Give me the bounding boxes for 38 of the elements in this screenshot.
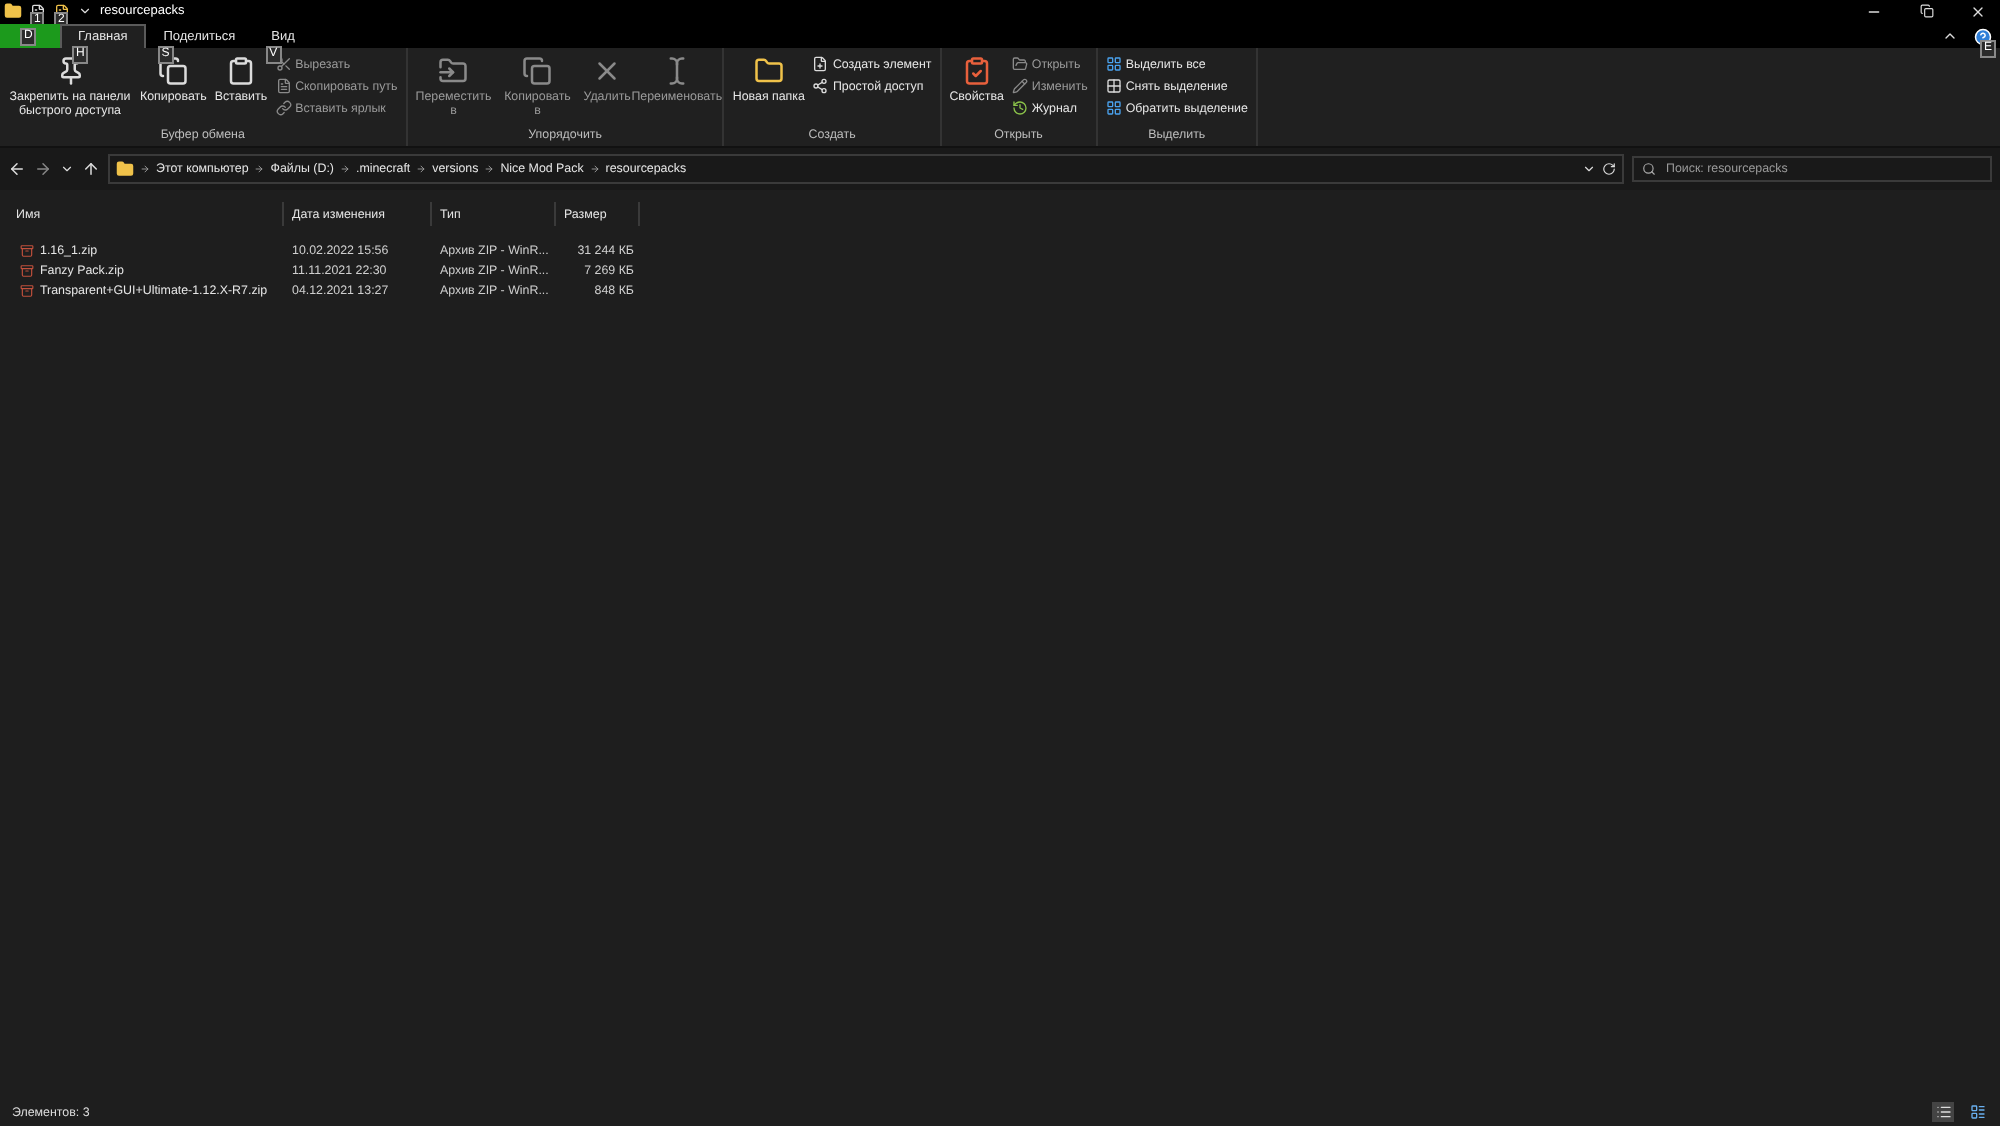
folder-arrow-icon: [438, 56, 469, 86]
copy-icon: [522, 56, 553, 86]
up-button[interactable]: [82, 160, 100, 178]
dropdown-icon[interactable]: [1582, 162, 1596, 176]
share-icon: [812, 78, 829, 94]
chevron-icon: [416, 164, 427, 174]
chevron-icon: [484, 164, 495, 174]
copy-icon: [158, 56, 189, 86]
collapse-ribbon-icon[interactable]: [1942, 28, 1958, 44]
chevron-icon: [140, 164, 150, 174]
recent-locations-button[interactable]: [60, 162, 74, 176]
grid-icon: [1105, 56, 1122, 72]
grid-icon: [1105, 78, 1122, 94]
chevron-icon: [254, 164, 265, 174]
refresh-icon[interactable]: [1602, 162, 1616, 176]
archive-icon: [20, 283, 34, 297]
pencil-icon: [1011, 78, 1028, 94]
link-icon: [275, 100, 292, 116]
restore-icon: [1919, 4, 1933, 18]
close-icon: [1970, 3, 1986, 19]
caret-icon[interactable]: [78, 4, 92, 18]
chevron-icon: [589, 164, 600, 174]
history-icon: [1011, 100, 1028, 116]
new-file-icon: [812, 56, 829, 72]
grid-icon: [1105, 100, 1122, 116]
forward-button[interactable]: [34, 160, 52, 178]
pin-icon: [55, 56, 85, 86]
chevron-icon: [339, 164, 350, 174]
document-icon: [275, 78, 292, 94]
search-icon: [1642, 162, 1656, 176]
clipboard-check-icon: [961, 56, 992, 86]
clipboard-icon: [225, 56, 256, 86]
archive-icon: [20, 243, 34, 257]
archive-icon: [20, 263, 34, 277]
back-button[interactable]: [8, 160, 26, 178]
tiles-view-button[interactable]: [1966, 1102, 1988, 1122]
scissors-icon: [275, 56, 292, 72]
details-view-button[interactable]: [1932, 1102, 1954, 1122]
